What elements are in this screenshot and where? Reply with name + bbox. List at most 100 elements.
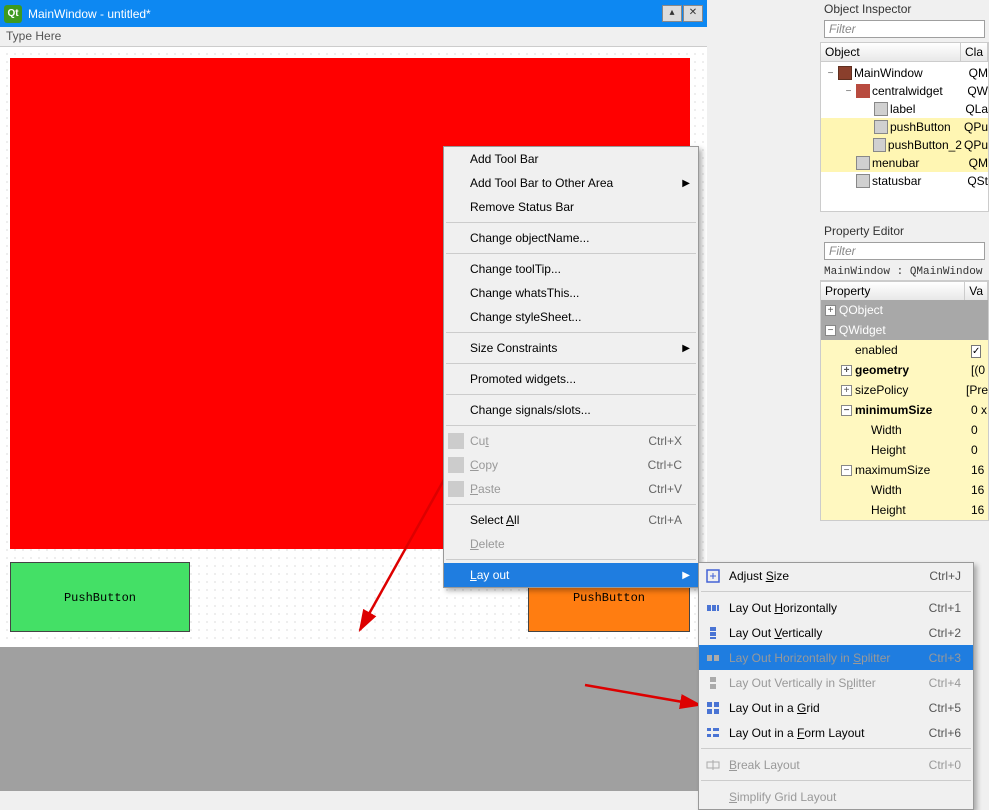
tree-row-MainWindow[interactable]: −MainWindowQM: [821, 64, 988, 82]
prop-value[interactable]: 0: [967, 423, 988, 437]
tree-row-centralwidget[interactable]: −centralwidgetQW: [821, 82, 988, 100]
inspector-header-class[interactable]: Cla: [961, 43, 988, 61]
menu-item-remove-status-bar[interactable]: Remove Status Bar: [444, 195, 698, 219]
property-filter-input[interactable]: Filter: [824, 242, 985, 260]
prop-expander[interactable]: −: [841, 405, 852, 416]
menu-item-change-objectname-[interactable]: Change objectName...: [444, 226, 698, 250]
prop-row-Height[interactable]: Height 0: [821, 440, 988, 460]
inspector-filter-input[interactable]: Filter: [824, 20, 985, 38]
menu-shortcut: Ctrl+A: [648, 513, 682, 527]
submenu-item-lay-out-vertically[interactable]: Lay Out VerticallyCtrl+2: [699, 620, 973, 645]
submenu-separator: [701, 591, 971, 592]
prop-value[interactable]: [Pre: [962, 383, 988, 397]
prop-row-Width[interactable]: Width16: [821, 480, 988, 500]
tree-row-pushButton_2[interactable]: pushButton_2QPu: [821, 136, 988, 154]
close-button[interactable]: ✕: [683, 5, 703, 22]
tree-row-pushButton[interactable]: pushButtonQPu: [821, 118, 988, 136]
submenu-shortcut: Ctrl+6: [929, 726, 961, 740]
prop-row-Height[interactable]: Height16: [821, 500, 988, 520]
submenu-item-lay-out-in-a-form-layout[interactable]: Lay Out in a Form LayoutCtrl+6: [699, 720, 973, 745]
submenu-item-label: Simplify Grid Layout: [729, 790, 836, 804]
inspector-tree[interactable]: −MainWindowQM−centralwidgetQWlabelQLapus…: [820, 62, 989, 212]
prop-row-enabled[interactable]: enabled✓: [821, 340, 988, 360]
menu-item-delete: Delete: [444, 532, 698, 556]
menu-item-label: Add Tool Bar to Other Area: [470, 176, 613, 190]
submenu-shortcut: Ctrl+J: [929, 569, 961, 583]
obj-icon: [874, 102, 888, 116]
menu-item-select-all[interactable]: Select AllCtrl+A: [444, 508, 698, 532]
menu-item-change-tooltip-[interactable]: Change toolTip...: [444, 257, 698, 281]
win-icon: [838, 66, 852, 80]
prop-row-Width[interactable]: Width0: [821, 420, 988, 440]
tree-expander[interactable]: −: [843, 86, 854, 97]
menu-item-change-stylesheet-[interactable]: Change styleSheet...: [444, 305, 698, 329]
menu-item-label: Add Tool Bar: [470, 152, 539, 166]
tree-row-statusbar[interactable]: statusbarQSt: [821, 172, 988, 190]
property-header-value[interactable]: Va: [965, 282, 988, 300]
menu-item-label: Lay out: [470, 568, 509, 582]
menu-item-add-tool-bar[interactable]: Add Tool Bar: [444, 147, 698, 171]
menu-item-size-constraints[interactable]: Size Constraints▶: [444, 336, 698, 360]
prop-expander[interactable]: −: [825, 325, 836, 336]
prop-expander[interactable]: −: [841, 465, 852, 476]
menu-shortcut: Ctrl+X: [648, 434, 682, 448]
v-layout-icon: [705, 625, 721, 641]
prop-value[interactable]: [(0: [967, 363, 988, 377]
prop-value[interactable]: ✓: [967, 343, 988, 357]
menu-item-label: Change signals/slots...: [470, 403, 591, 417]
prop-expander[interactable]: +: [841, 365, 852, 376]
menu-item-change-signals-slots-[interactable]: Change signals/slots...: [444, 398, 698, 422]
submenu-item-label: Lay Out Horizontally in Splitter: [729, 651, 890, 665]
tree-row-menubar[interactable]: menubarQM: [821, 154, 988, 172]
submenu-item-adjust-size[interactable]: Adjust Size Ctrl+J: [699, 563, 973, 588]
property-body[interactable]: +QObject−QWidgetenabled✓+geometry[(0+siz…: [821, 300, 988, 520]
menu-item-lay-out[interactable]: Lay out▶: [444, 563, 698, 587]
minimize-button[interactable]: ▴: [662, 5, 682, 22]
menu-item-label: Change objectName...: [470, 231, 589, 245]
prop-value[interactable]: 0: [967, 443, 988, 457]
submenu-item-lay-out-horizontally[interactable]: Lay Out HorizontallyCtrl+1: [699, 595, 973, 620]
prop-name: geometry: [855, 363, 909, 377]
submenu-arrow-icon: ▶: [682, 178, 690, 189]
titlebar: Qt MainWindow - untitled* ▴ ✕: [0, 0, 707, 27]
prop-row-geometry[interactable]: +geometry [(0: [821, 360, 988, 380]
tree-class: QSt: [965, 174, 988, 188]
menu-bar[interactable]: Type Here: [0, 27, 707, 47]
menu-item-cut: CutCtrl+X: [444, 429, 698, 453]
prop-row-minimumSize[interactable]: −minimumSize0 x: [821, 400, 988, 420]
copy-icon: [448, 457, 464, 473]
submenu-item-label: Lay Out Horizontally: [729, 601, 837, 615]
window-title: MainWindow - untitled*: [26, 7, 662, 21]
push-button-1[interactable]: PushButton: [10, 562, 190, 632]
prop-value[interactable]: 16: [967, 483, 988, 497]
submenu-item-label: Adjust Size: [729, 569, 789, 583]
obj-icon: [873, 138, 886, 152]
prop-row-QWidget[interactable]: −QWidget: [821, 320, 988, 340]
menu-item-promoted-widgets-[interactable]: Promoted widgets...: [444, 367, 698, 391]
menu-item-add-tool-bar-to-other-area[interactable]: Add Tool Bar to Other Area ▶: [444, 171, 698, 195]
property-header-name[interactable]: Property: [821, 282, 965, 300]
prop-row-maximumSize[interactable]: −maximumSize16: [821, 460, 988, 480]
tree-class: QPu: [962, 138, 988, 152]
prop-value[interactable]: 16: [967, 463, 988, 477]
context-menu[interactable]: Add Tool Bar Add Tool Bar to Other Area ▶ R…: [443, 146, 699, 588]
prop-value[interactable]: 16: [967, 503, 988, 517]
menu-item-change-whatsthis-[interactable]: Change whatsThis...: [444, 281, 698, 305]
menu-shortcut: Ctrl+C: [648, 458, 682, 472]
prop-row-QObject[interactable]: +QObject: [821, 300, 988, 320]
prop-expander[interactable]: +: [841, 385, 852, 396]
submenu-item-lay-out-in-a-grid[interactable]: Lay Out in a GridCtrl+5: [699, 695, 973, 720]
submenu-separator: [701, 748, 971, 749]
menu-separator: [446, 253, 696, 254]
checkbox-icon[interactable]: ✓: [971, 345, 981, 358]
inspector-header-object[interactable]: Object: [821, 43, 961, 61]
prop-expander[interactable]: +: [825, 305, 836, 316]
layout-submenu[interactable]: Adjust SizeCtrl+JLay Out HorizontallyCtr…: [698, 562, 974, 810]
tree-expander[interactable]: −: [825, 68, 836, 79]
obj-icon: [874, 120, 888, 134]
prop-value[interactable]: 0 x: [967, 403, 988, 417]
tree-row-label[interactable]: labelQLa: [821, 100, 988, 118]
tree-class: QLa: [963, 102, 988, 116]
prop-name: Height: [871, 443, 906, 457]
prop-row-sizePolicy[interactable]: +sizePolicy[Pre: [821, 380, 988, 400]
